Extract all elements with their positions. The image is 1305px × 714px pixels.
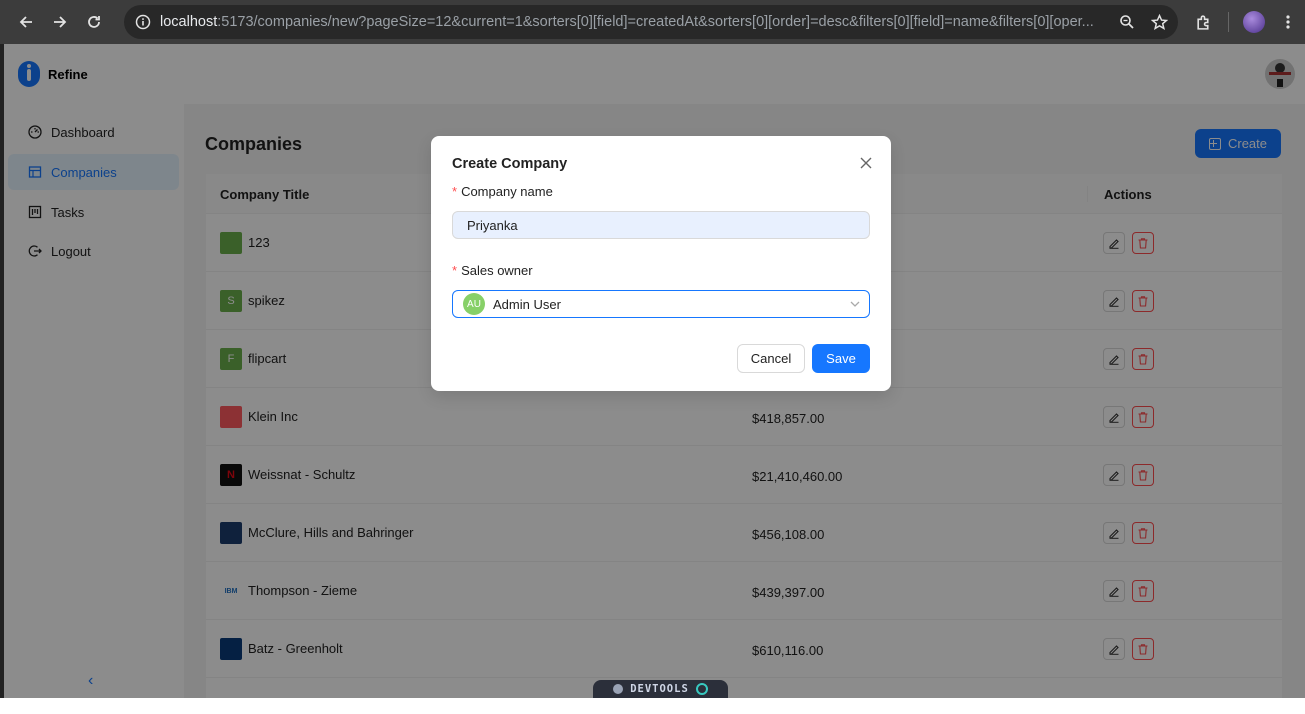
profile-avatar-icon[interactable] bbox=[1237, 5, 1271, 39]
devtools-inspector-icon bbox=[695, 683, 708, 695]
sales-owner-select[interactable]: AU Admin User bbox=[452, 290, 870, 318]
create-company-modal: Create Company * Company name Priyanka * S… bbox=[431, 136, 891, 391]
window-edge bbox=[0, 44, 4, 698]
chevron-down-icon bbox=[849, 298, 861, 310]
browser-toolbar: localhost:5173/companies/new?pageSize=12… bbox=[0, 0, 1305, 44]
sales-owner-label-text: Sales owner bbox=[461, 263, 533, 278]
company-name-label-text: Company name bbox=[461, 184, 553, 199]
sales-owner-value: Admin User bbox=[493, 296, 561, 312]
toolbar-divider bbox=[1228, 12, 1229, 32]
devtools-logo-icon bbox=[613, 684, 624, 694]
address-bar[interactable]: localhost:5173/companies/new?pageSize=12… bbox=[124, 5, 1178, 39]
modal-title: Create Company bbox=[452, 156, 568, 172]
owner-avatar: AU bbox=[463, 293, 485, 315]
site-info-icon[interactable] bbox=[126, 5, 160, 39]
devtools-label: DEVTOOLS bbox=[630, 683, 689, 695]
required-mark: * bbox=[452, 184, 458, 199]
sales-owner-label: * Sales owner bbox=[452, 263, 533, 278]
required-mark: * bbox=[452, 263, 458, 278]
company-name-input[interactable]: Priyanka bbox=[452, 211, 870, 239]
forward-icon[interactable] bbox=[43, 5, 77, 39]
extensions-icon[interactable] bbox=[1186, 5, 1220, 39]
company-name-label: * Company name bbox=[452, 184, 553, 199]
url-host: localhost bbox=[160, 14, 218, 30]
bookmark-star-icon[interactable] bbox=[1148, 11, 1170, 33]
url-text: localhost:5173/companies/new?pageSize=12… bbox=[160, 14, 1105, 30]
url-path: :5173/companies/new?pageSize=12&current=… bbox=[217, 14, 1094, 30]
more-menu-icon[interactable] bbox=[1271, 5, 1305, 39]
devtools-button[interactable]: DEVTOOLS bbox=[593, 680, 728, 698]
back-icon[interactable] bbox=[9, 5, 43, 39]
save-button[interactable]: Save bbox=[812, 344, 870, 373]
reload-icon[interactable] bbox=[77, 5, 111, 39]
zoom-icon[interactable] bbox=[1116, 11, 1138, 33]
close-icon[interactable] bbox=[855, 152, 877, 174]
cancel-button[interactable]: Cancel bbox=[737, 344, 805, 373]
